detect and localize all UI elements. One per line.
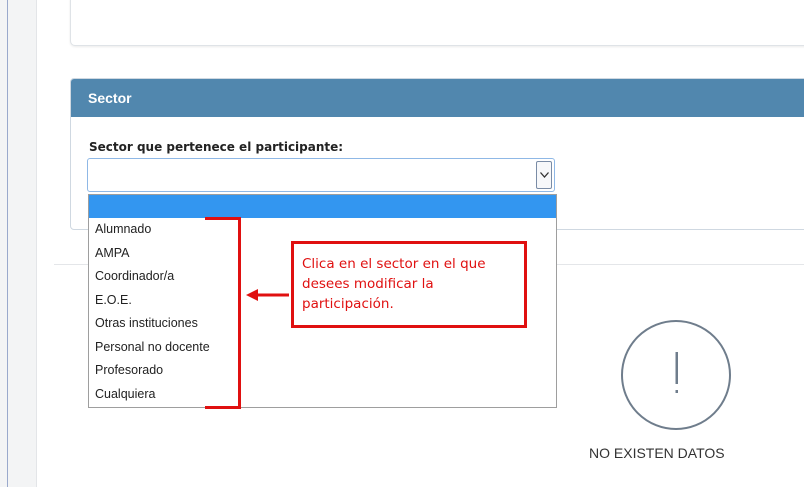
top-card <box>70 0 804 46</box>
chevron-down-icon <box>540 172 549 178</box>
dropdown-option-empty[interactable] <box>89 195 556 218</box>
sector-select[interactable] <box>87 158 555 192</box>
empty-state-text: NO EXISTEN DATOS <box>589 445 725 461</box>
annotation-callout: Clica en el sector en el que desees modi… <box>291 241 527 328</box>
dropdown-option[interactable]: Personal no docente <box>89 336 556 360</box>
sector-panel-title: Sector <box>71 79 804 117</box>
empty-state-icon-circle <box>621 320 731 430</box>
dropdown-option[interactable]: Alumnado <box>89 218 556 242</box>
annotation-arrow-icon <box>246 289 289 301</box>
dropdown-option[interactable]: Cualquiera <box>89 383 556 407</box>
sector-field-label: Sector que pertenece el participante: <box>89 140 344 154</box>
callout-line: participación. <box>302 296 394 312</box>
callout-line: Clica en el sector en el que <box>302 256 486 272</box>
select-dropdown-button[interactable] <box>536 161 552 189</box>
exclamation-icon <box>675 352 678 393</box>
dropdown-option[interactable]: Profesorado <box>89 359 556 383</box>
callout-line: desees modificar la <box>302 276 434 292</box>
frame-border <box>7 0 8 487</box>
annotation-bracket <box>205 217 241 409</box>
